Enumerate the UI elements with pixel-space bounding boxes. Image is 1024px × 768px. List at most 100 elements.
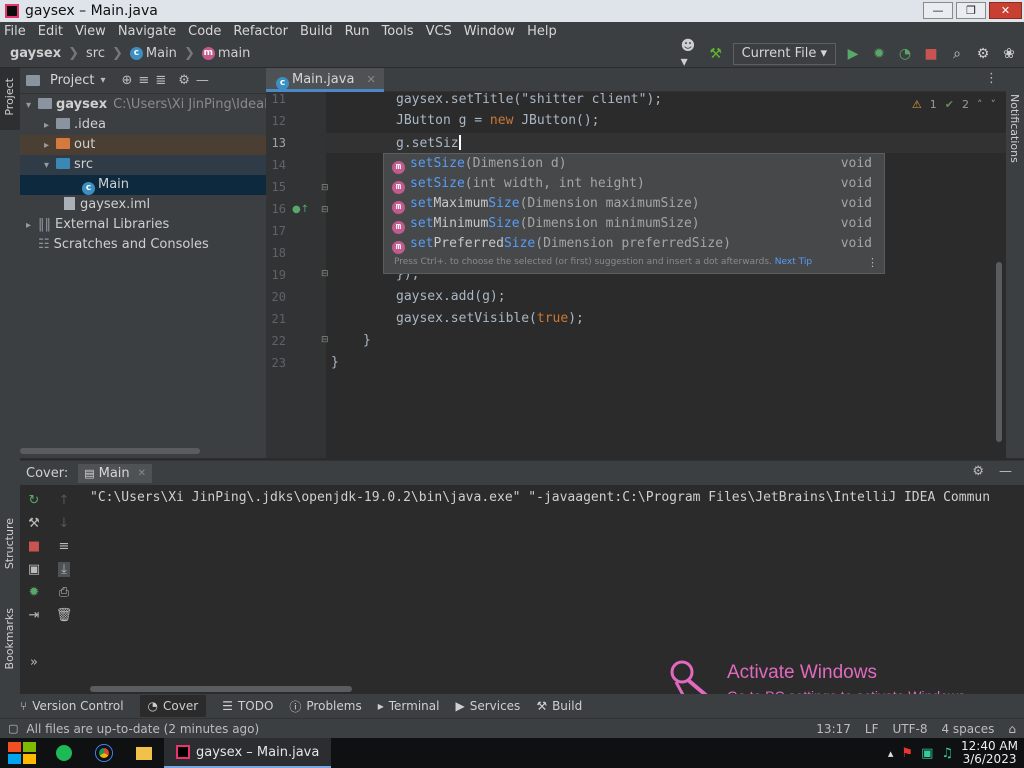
minimize-button[interactable]: — — [923, 2, 953, 19]
code-editor[interactable]: 11 12 13 14 15 16 17 18 19 20 21 22 23 ⊟… — [266, 92, 1006, 458]
console-output[interactable]: "C:\Users\Xi JinPing\.jdks\openjdk-19.0.… — [90, 490, 990, 505]
flag-icon[interactable]: ⚑ — [901, 746, 913, 761]
menu-navigate[interactable]: Navigate — [118, 24, 176, 39]
taskbar-explorer[interactable] — [124, 738, 164, 768]
tab-build[interactable]: ⚒ Build — [536, 699, 582, 713]
bookmarks-tool-label[interactable]: Bookmarks — [3, 608, 16, 669]
debug-icon[interactable]: ✹ — [870, 45, 888, 63]
code-completion-popup[interactable]: m setSize(Dimension d) void m setSize(int … — [383, 153, 885, 274]
hide-panel-icon[interactable]: — — [196, 73, 209, 88]
completion-item[interactable]: m setSize(int width, int height) void — [384, 174, 884, 194]
tree-item-external-libraries[interactable]: ▸ ‖‖ External Libraries — [20, 215, 266, 235]
menu-tools[interactable]: Tools — [382, 24, 414, 39]
fold-marker-icon[interactable]: ⊟ — [321, 205, 329, 215]
restore-button[interactable]: ❐ — [956, 2, 986, 19]
expand-icon[interactable]: » — [30, 655, 38, 670]
previous-highlight-icon[interactable]: ˄ — [977, 98, 983, 111]
chevron-down-icon[interactable]: ▾ — [100, 75, 105, 86]
tree-item-src[interactable]: ▾ src — [20, 155, 266, 175]
project-view-dropdown[interactable]: Project — [50, 73, 94, 88]
settings-gear-icon[interactable]: ⚙ — [974, 45, 992, 63]
menu-refactor[interactable]: Refactor — [233, 24, 288, 39]
indent-setting[interactable]: 4 spaces — [941, 722, 994, 736]
more-tabs-icon[interactable]: ⋮ — [985, 71, 998, 86]
tree-item-gaysex[interactable]: ▾ gaysex C:\Users\Xi JinPing\IdeaP — [20, 95, 272, 116]
debug-bug-icon[interactable]: ✹ — [29, 585, 40, 600]
breadcrumb-class[interactable]: Main — [146, 46, 177, 61]
status-toggle-icon[interactable]: ▢ — [8, 722, 18, 735]
close-button[interactable]: ✕ — [989, 2, 1022, 19]
tree-item-idea[interactable]: ▸ .idea — [20, 115, 266, 135]
tree-item-scratches[interactable]: ☷ Scratches and Consoles — [20, 235, 266, 255]
build-hammer-icon[interactable]: ⚒ — [707, 45, 725, 63]
soft-wrap-icon[interactable]: ≡ — [59, 539, 70, 554]
caret-position[interactable]: 13:17 — [816, 722, 851, 736]
tab-services[interactable]: ▶ Services — [455, 699, 520, 713]
completion-options-icon[interactable]: ⋮ — [867, 256, 878, 269]
start-button[interactable] — [0, 738, 44, 768]
print-icon[interactable]: ⎙ — [59, 585, 69, 600]
taskbar-intellij[interactable]: gaysex – Main.java — [164, 738, 332, 768]
inspection-widget[interactable]: ⚠ 1 ✔ 2 ˄ ˅ — [912, 98, 996, 111]
tab-cover[interactable]: ◔ Cover — [139, 695, 207, 717]
volume-icon[interactable]: ♫ — [941, 746, 953, 761]
collapsed-arrow-icon[interactable]: ▸ — [44, 116, 56, 136]
horizontal-scrollbar[interactable] — [20, 448, 200, 454]
taskbar-chrome[interactable] — [84, 738, 124, 768]
tab-terminal[interactable]: ▸ Terminal — [378, 699, 440, 713]
ide-logo-icon[interactable]: ❀ — [1000, 45, 1018, 63]
rerun-icon[interactable]: ↻ — [29, 493, 40, 508]
expand-arrow-icon[interactable]: ▾ — [44, 156, 56, 176]
login-icon[interactable]: ⇥ — [29, 608, 40, 623]
down-arrow-icon[interactable]: ↓ — [59, 516, 70, 531]
lock-icon[interactable]: ⌂ — [1008, 722, 1016, 736]
file-encoding[interactable]: UTF-8 — [892, 722, 927, 736]
tab-run-main[interactable]: ▤ Main ✕ — [78, 463, 153, 483]
structure-tool-label[interactable]: Structure — [3, 518, 16, 569]
expand-arrow-icon[interactable]: ▾ — [26, 96, 38, 116]
menu-file[interactable]: File — [4, 24, 26, 39]
breadcrumb-folder[interactable]: src — [86, 46, 105, 61]
stop-icon[interactable]: ■ — [922, 45, 940, 63]
breadcrumb-method[interactable]: main — [218, 46, 250, 61]
completion-item[interactable]: m setPreferredSize(Dimension preferredSiz… — [384, 234, 884, 254]
stop-icon[interactable]: ■ — [28, 539, 40, 554]
menu-help[interactable]: Help — [527, 24, 557, 39]
tray-overflow-icon[interactable]: ▴ — [888, 747, 894, 760]
completion-item[interactable]: m setSize(Dimension d) void — [384, 154, 884, 174]
collapsed-arrow-icon[interactable]: ▸ — [44, 136, 56, 156]
status-message[interactable]: All files are up-to-date (2 minutes ago) — [26, 722, 259, 736]
tab-version-control[interactable]: ⑂ Version Control — [20, 699, 124, 713]
scroll-to-end-icon[interactable]: ⤓ — [58, 562, 70, 577]
editor-scrollbar[interactable] — [996, 262, 1002, 442]
notifications-tool-label[interactable]: Notifications — [1008, 94, 1021, 163]
options-gear-icon[interactable]: ⚙ — [178, 73, 190, 88]
menu-view[interactable]: View — [75, 24, 106, 39]
close-tab-icon[interactable]: ✕ — [138, 468, 146, 479]
tab-main-java[interactable]: c Main.java ✕ — [266, 68, 384, 92]
next-tip-link[interactable]: Next Tip — [775, 257, 812, 267]
taskbar-spotify[interactable] — [44, 738, 84, 768]
collapsed-arrow-icon[interactable]: ▸ — [26, 216, 38, 236]
trash-icon[interactable]: 🗑 — [56, 608, 73, 623]
tree-item-out[interactable]: ▸ out — [20, 135, 266, 155]
console-scrollbar[interactable] — [90, 686, 352, 692]
tab-todo[interactable]: ☰ TODO — [222, 699, 273, 713]
close-tab-icon[interactable]: ✕ — [367, 73, 376, 86]
user-icon[interactable]: ☻▾ — [681, 38, 699, 70]
collapse-all-icon[interactable]: ≣ — [155, 73, 166, 88]
taskbar-clock[interactable]: 12:40 AM 3/6/2023 — [961, 740, 1018, 766]
next-highlight-icon[interactable]: ˅ — [991, 98, 997, 111]
override-gutter-icon[interactable]: ●↑ — [292, 204, 309, 215]
menu-edit[interactable]: Edit — [38, 24, 63, 39]
expand-all-icon[interactable]: ≡ — [138, 73, 149, 88]
menu-code[interactable]: Code — [188, 24, 221, 39]
menu-build[interactable]: Build — [300, 24, 333, 39]
fold-marker-icon[interactable]: ⊟ — [321, 183, 329, 193]
fold-marker-icon[interactable]: ⊟ — [321, 335, 329, 345]
wrench-icon[interactable]: ⚒ — [28, 516, 40, 531]
tree-item-iml[interactable]: gaysex.iml — [20, 195, 266, 215]
completion-item[interactable]: m setMinimumSize(Dimension minimumSize) v… — [384, 214, 884, 234]
breadcrumb-project[interactable]: gaysex — [10, 46, 61, 61]
menu-window[interactable]: Window — [464, 24, 515, 39]
